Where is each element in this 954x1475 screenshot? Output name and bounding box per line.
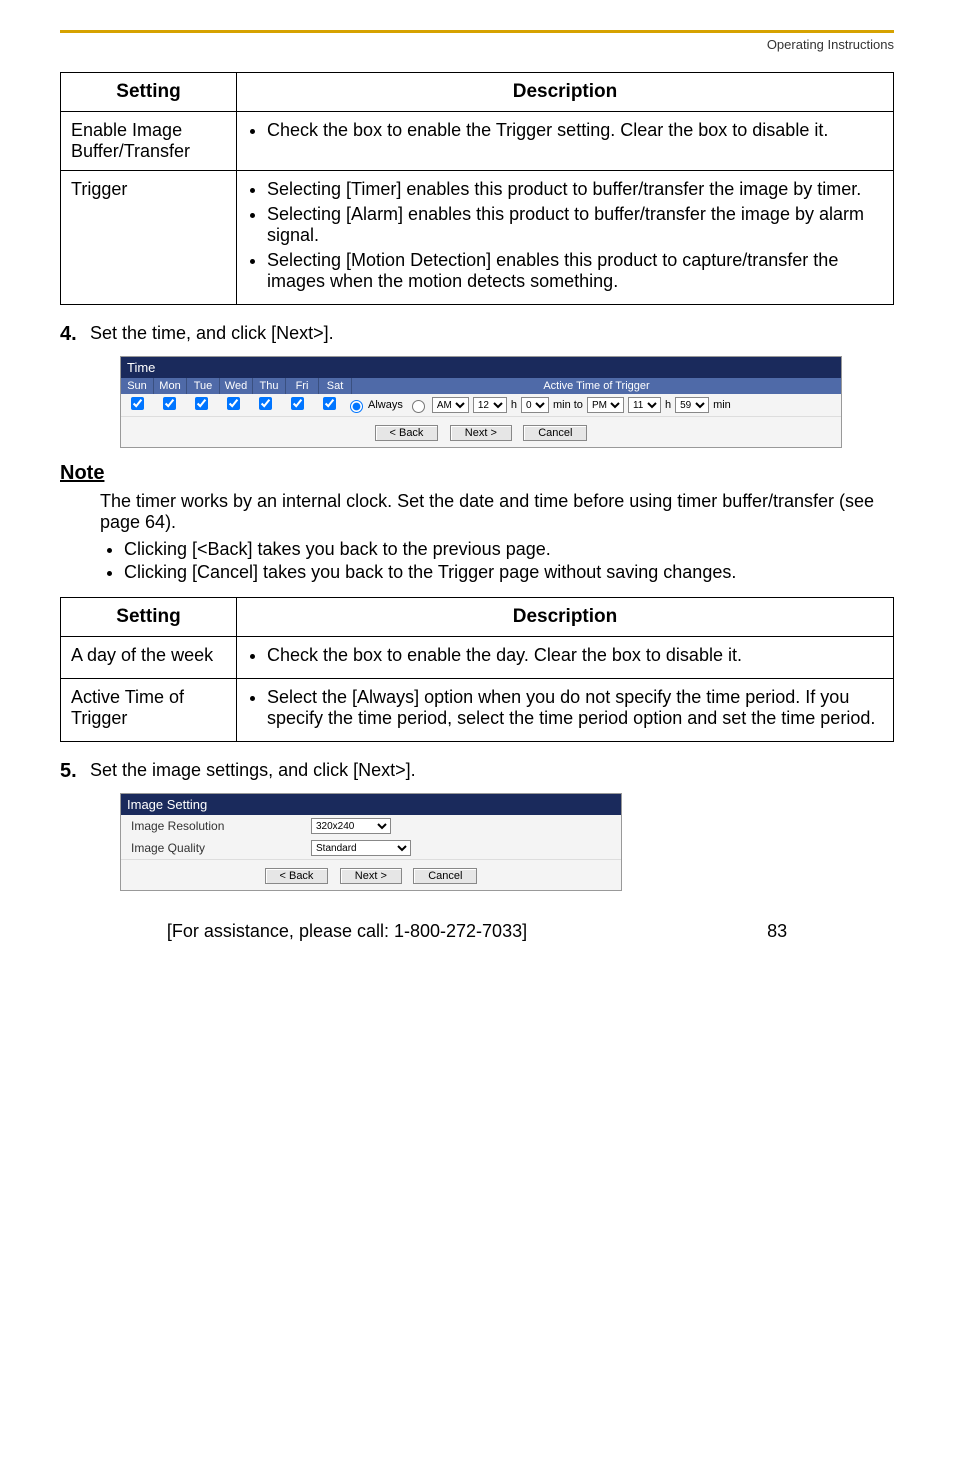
day-head-thu: Thu	[253, 378, 286, 394]
day-head-sat: Sat	[319, 378, 352, 394]
min-label: min	[713, 399, 731, 411]
image-resolution-select[interactable]: 320x240	[311, 818, 391, 834]
image-setting-panel: Image Setting Image Resolution 320x240 I…	[120, 793, 622, 891]
chk-thu[interactable]	[259, 397, 272, 410]
image-setting-title: Image Setting	[121, 794, 621, 815]
h1-select[interactable]: 12	[473, 397, 507, 413]
table-row: Enable Image Buffer/Transfer Check the b…	[61, 112, 894, 171]
h-label-1: h	[511, 399, 517, 411]
day-head-mon: Mon	[154, 378, 187, 394]
step-4-text: Set the time, and click [Next>].	[90, 323, 894, 344]
t1-r1-b2: Selecting [Motion Detection] enables thi…	[267, 250, 883, 292]
image-resolution-label: Image Resolution	[131, 819, 311, 833]
t1-r1-setting: Trigger	[61, 171, 237, 305]
step-5-text: Set the image settings, and click [Next>…	[90, 760, 894, 781]
t2-r1-setting: Active Time of Trigger	[61, 679, 237, 742]
image-quality-select[interactable]: Standard	[311, 840, 411, 856]
day-head-wed: Wed	[220, 378, 253, 394]
image-quality-label: Image Quality	[131, 841, 311, 855]
note-body: The timer works by an internal clock. Se…	[100, 491, 894, 533]
t1-head-description: Description	[237, 73, 894, 112]
footer-assist: [For assistance, please call: 1-800-272-…	[167, 921, 527, 942]
chk-sun[interactable]	[131, 397, 144, 410]
radio-always[interactable]	[350, 400, 363, 413]
table-row: A day of the week Check the box to enabl…	[61, 637, 894, 679]
t2-head-setting: Setting	[61, 598, 237, 637]
t2-r1-b0: Select the [Always] option when you do n…	[267, 687, 883, 729]
footer-page: 83	[727, 921, 787, 942]
time-cancel-button[interactable]: Cancel	[523, 425, 587, 441]
m2-select[interactable]: 59	[675, 397, 709, 413]
note-b1: Clicking [Cancel] takes you back to the …	[124, 562, 894, 583]
chk-wed[interactable]	[227, 397, 240, 410]
h2-select[interactable]: 11	[628, 397, 661, 413]
always-label: Always	[368, 399, 403, 411]
chk-fri[interactable]	[291, 397, 304, 410]
chk-sat[interactable]	[323, 397, 336, 410]
img-cancel-button[interactable]: Cancel	[413, 868, 477, 884]
t1-head-setting: Setting	[61, 73, 237, 112]
chk-tue[interactable]	[195, 397, 208, 410]
note-b0: Clicking [<Back] takes you back to the p…	[124, 539, 894, 560]
img-back-button[interactable]: < Back	[265, 868, 329, 884]
radio-period[interactable]	[412, 400, 425, 413]
t1-r1-b0: Selecting [Timer] enables this product t…	[267, 179, 883, 200]
time-panel: Time Sun Mon Tue Wed Thu Fri Sat Active …	[120, 356, 842, 448]
note-heading: Note	[60, 462, 894, 485]
minto-label: min to	[553, 399, 583, 411]
table-row: Active Time of Trigger Select the [Alway…	[61, 679, 894, 742]
chk-mon[interactable]	[163, 397, 176, 410]
active-time-head: Active Time of Trigger	[352, 378, 841, 394]
t1-r0-b0: Check the box to enable the Trigger sett…	[267, 120, 883, 141]
step-4-num: 4.	[60, 323, 90, 346]
t1-r0-setting: Enable Image Buffer/Transfer	[61, 112, 237, 171]
img-next-button[interactable]: Next >	[340, 868, 402, 884]
day-head-tue: Tue	[187, 378, 220, 394]
t2-r0-b0: Check the box to enable the day. Clear t…	[267, 645, 883, 666]
day-head-fri: Fri	[286, 378, 319, 394]
settings-table-2: Setting Description A day of the week Ch…	[60, 597, 894, 742]
time-next-button[interactable]: Next >	[450, 425, 512, 441]
step-5-num: 5.	[60, 760, 90, 783]
ampm2-select[interactable]: PM	[587, 397, 624, 413]
m1-select[interactable]: 0	[521, 397, 549, 413]
table-row: Trigger Selecting [Timer] enables this p…	[61, 171, 894, 305]
t2-head-description: Description	[237, 598, 894, 637]
time-panel-title: Time	[121, 357, 841, 378]
day-head-sun: Sun	[121, 378, 154, 394]
t2-r0-setting: A day of the week	[61, 637, 237, 679]
header-label: Operating Instructions	[60, 37, 894, 52]
settings-table-1: Setting Description Enable Image Buffer/…	[60, 72, 894, 305]
t1-r1-b1: Selecting [Alarm] enables this product t…	[267, 204, 883, 246]
h-label-2: h	[665, 399, 671, 411]
time-back-button[interactable]: < Back	[375, 425, 439, 441]
ampm1-select[interactable]: AM	[432, 397, 469, 413]
